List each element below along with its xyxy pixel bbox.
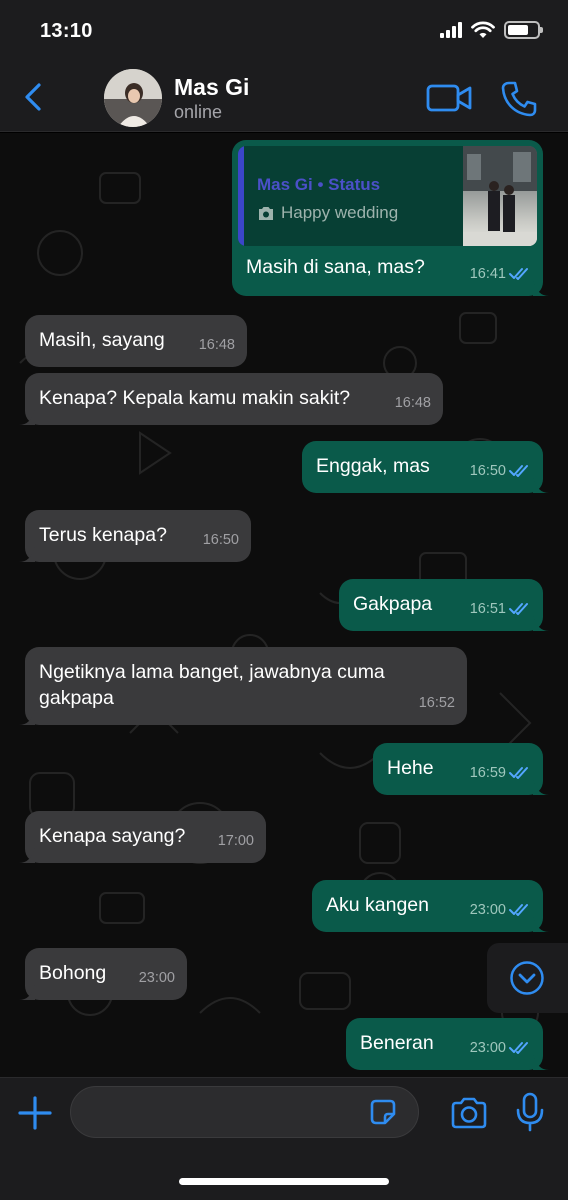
message-text: Hehe — [387, 757, 434, 779]
message-input[interactable] — [70, 1086, 419, 1138]
message-bubble-outgoing[interactable]: Hehe 16:59 — [373, 743, 549, 795]
battery-icon — [504, 21, 543, 39]
quoted-status-text-label: Happy wedding — [281, 203, 399, 222]
message-time: 16:48 — [394, 395, 431, 411]
message-meta: 16:50 — [470, 458, 531, 484]
message-text: Aku kangen — [326, 894, 429, 916]
status-bar: 13:10 — [0, 0, 568, 62]
message-text: Kenapa sayang? — [39, 825, 186, 847]
camera-icon — [259, 206, 273, 220]
message-bubble-outgoing[interactable]: Enggak, mas 16:50 — [302, 441, 549, 493]
message-time: 16:59 — [469, 765, 506, 781]
message-meta: 23:00 — [470, 1035, 531, 1061]
contact-name[interactable]: Mas Gi — [174, 74, 249, 101]
microphone-icon[interactable] — [514, 1092, 546, 1132]
message-time: 16:51 — [469, 601, 506, 617]
double-check-icon — [509, 904, 528, 916]
message-time: 16:50 — [202, 532, 239, 548]
message-bubble-incoming[interactable]: Ngetiknya lama banget, jawabnya cuma gak… — [19, 647, 467, 725]
message-time: 23:00 — [469, 1040, 506, 1056]
message-time: 17:00 — [217, 833, 254, 849]
wifi-icon — [471, 21, 495, 38]
message-time: 16:52 — [418, 695, 455, 711]
status-time: 13:10 — [40, 20, 93, 42]
message-bubble-incoming[interactable]: Kenapa? Kepala kamu makin sakit? 16:48 — [19, 373, 443, 425]
quoted-status[interactable]: Mas Gi • Status Happy wedding — [238, 146, 537, 246]
signal-icon — [440, 22, 462, 38]
chevron-left-icon[interactable] — [20, 82, 48, 112]
message-text: Gakpapa — [353, 593, 433, 615]
message-time: 23:00 — [469, 902, 506, 918]
chat-area[interactable]: Mas Gi • Status Happy wedding Masih di s… — [0, 133, 568, 1077]
contact-status: online — [174, 102, 223, 122]
message-time: 23:00 — [138, 970, 175, 986]
sticker-icon[interactable] — [368, 1097, 398, 1127]
message-meta: 16:41 — [470, 261, 531, 287]
message-meta: 16:59 — [470, 760, 531, 786]
message-text: Masih, sayang — [39, 329, 165, 351]
message-text: Kenapa? Kepala kamu makin sakit? — [39, 387, 351, 409]
plus-icon[interactable] — [17, 1095, 53, 1131]
message-meta: 16:51 — [470, 596, 531, 622]
message-bubble-incoming[interactable]: Terus kenapa? 16:50 — [19, 510, 251, 562]
avatar[interactable] — [104, 69, 162, 127]
message-text: Bohong — [39, 962, 107, 984]
message-bubble-outgoing[interactable]: Mas Gi • Status Happy wedding Masih di s… — [232, 140, 549, 296]
message-text: Masih di sana, mas? — [246, 256, 425, 278]
message-bubble-incoming[interactable]: Bohong 23:00 — [19, 948, 187, 1000]
message-bubble-incoming[interactable]: Kenapa sayang? 17:00 — [19, 811, 266, 863]
chat-header: Mas Gi online — [0, 62, 568, 132]
phone-icon[interactable] — [500, 80, 538, 118]
message-text: Enggak, mas — [316, 455, 430, 477]
quoted-status-title: Mas Gi • Status — [257, 175, 381, 194]
double-check-icon — [509, 767, 528, 779]
quote-accent-bar — [238, 146, 244, 246]
message-time: 16:41 — [469, 266, 506, 282]
video-camera-icon[interactable] — [426, 82, 472, 114]
composer-bar — [0, 1077, 568, 1200]
home-indicator — [179, 1178, 389, 1185]
double-check-icon — [509, 603, 528, 615]
status-icons — [440, 21, 543, 39]
message-time: 16:48 — [198, 337, 235, 353]
message-time: 16:50 — [469, 463, 506, 479]
double-check-icon — [509, 465, 528, 477]
message-text: Terus kenapa? — [39, 524, 167, 546]
chevron-down-circle-icon — [510, 961, 544, 995]
message-text: Beneran — [360, 1032, 434, 1054]
quoted-status-text: Happy wedding — [257, 200, 398, 226]
message-bubble-outgoing[interactable]: Gakpapa 16:51 — [339, 579, 549, 631]
status-thumbnail — [463, 146, 537, 246]
message-bubble-outgoing[interactable]: Aku kangen 23:00 — [312, 880, 549, 932]
camera-icon[interactable] — [450, 1096, 488, 1130]
message-bubble-incoming[interactable]: Masih, sayang 16:48 — [25, 315, 247, 367]
message-text: Ngetiknya lama banget, jawabnya cuma gak… — [39, 661, 385, 709]
double-check-icon — [509, 1042, 528, 1054]
message-meta: 23:00 — [470, 897, 531, 923]
message-bubble-outgoing[interactable]: Beneran 23:00 — [346, 1018, 549, 1070]
double-check-icon — [509, 268, 528, 280]
scroll-to-bottom-button[interactable] — [487, 943, 568, 1013]
